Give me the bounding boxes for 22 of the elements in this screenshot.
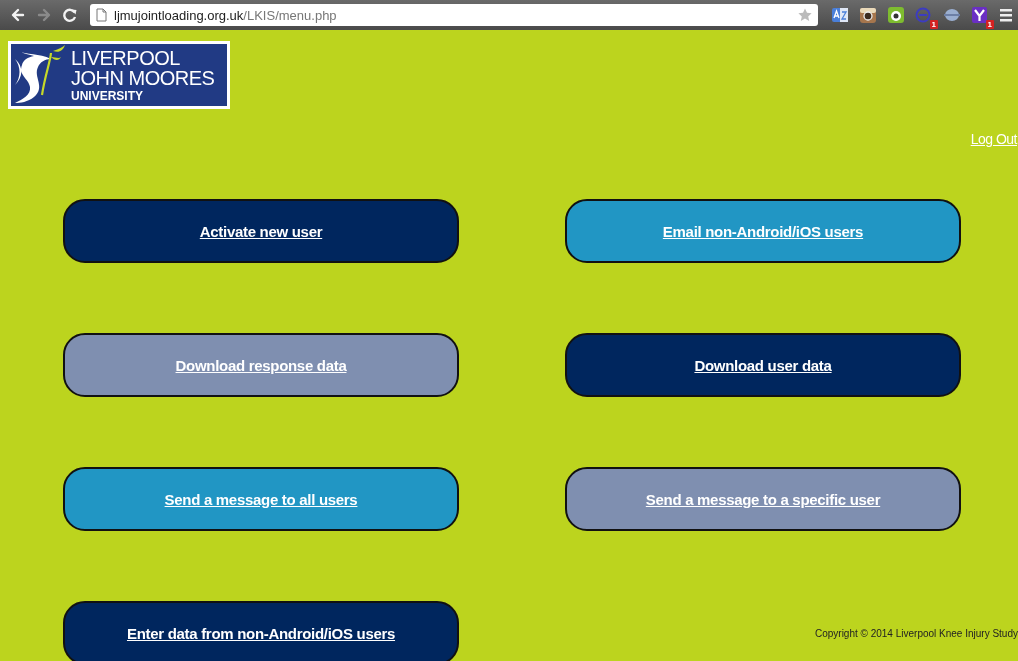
back-icon[interactable]	[10, 7, 26, 23]
address-bar[interactable]: ljmujointloading.org.uk/LKIS/menu.php	[90, 4, 818, 26]
camera-icon[interactable]	[859, 6, 877, 24]
notification-badge: 1	[985, 20, 994, 29]
star-icon[interactable]	[798, 8, 812, 22]
globe-icon[interactable]	[943, 6, 961, 24]
url-text: ljmujointloading.org.uk/LKIS/menu.php	[114, 7, 338, 23]
translate-icon[interactable]	[831, 6, 849, 24]
logo-text: JOHN MOORES	[71, 68, 215, 88]
logo-text: UNIVERSITY	[71, 90, 144, 102]
page-icon	[96, 8, 107, 22]
menu-button[interactable]: Enter data from non-Android/iOS users	[63, 601, 459, 661]
eye-icon[interactable]	[887, 6, 905, 24]
y-icon[interactable]	[971, 6, 989, 24]
notification-badge: 1	[929, 20, 938, 29]
menu-icon[interactable]	[1000, 8, 1012, 22]
menu-button[interactable]: Download user data	[565, 333, 961, 397]
logo-text: LIVERPOOL	[71, 48, 181, 68]
copyright-text: Copyright © 2014 Liverpool Knee Injury Study	[814, 627, 1018, 639]
reload-icon[interactable]	[62, 7, 78, 23]
menu-button[interactable]: Activate new user	[63, 199, 459, 263]
university-logo[interactable]: LIVERPOOL JOHN MOORES UNIVERSITY	[8, 41, 230, 109]
